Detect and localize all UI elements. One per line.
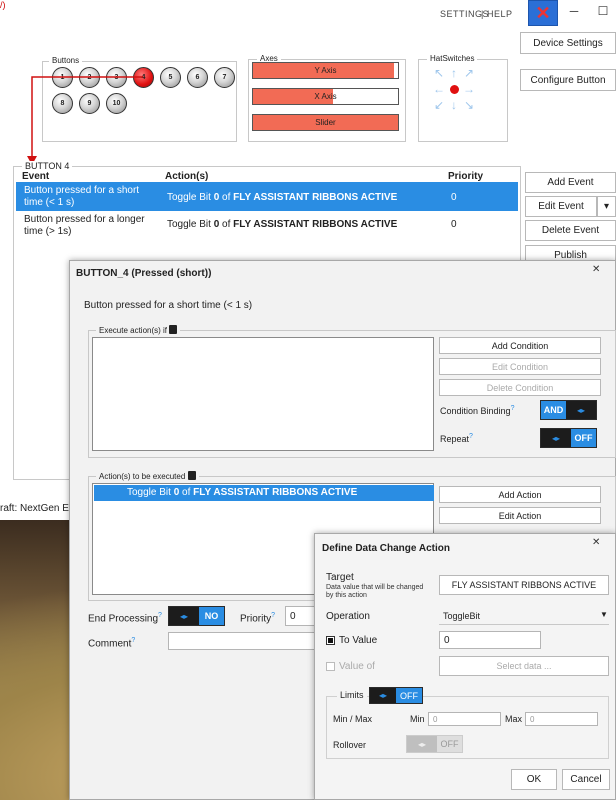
edit-action-button[interactable]: Edit Action	[439, 507, 601, 524]
hat-down-left-icon: ↙	[433, 98, 445, 112]
event-row-short-priority: 0	[451, 192, 457, 203]
add-action-button[interactable]: Add Action	[439, 486, 601, 503]
event-row-short-label: Button pressed for a short time (< 1 s)	[24, 185, 140, 208]
dialog2-title: Define Data Change Action	[322, 543, 450, 554]
add-condition-button[interactable]: Add Condition	[439, 337, 601, 354]
column-header-event[interactable]: Event	[22, 171, 49, 182]
hat-left-icon: ←	[433, 82, 445, 96]
operation-select[interactable]: ToggleBit	[439, 607, 609, 625]
hat-up-right-icon: ↗	[463, 66, 475, 80]
operation-label: Operation	[326, 611, 370, 622]
limits-group	[326, 696, 609, 759]
min-label: Min	[410, 714, 425, 724]
column-header-actions[interactable]: Action(s)	[165, 171, 208, 182]
maximize-icon[interactable]: ☐	[594, 4, 612, 18]
background-status-fragment: raft: NextGen EN	[0, 503, 77, 514]
corner-fragment: /)	[0, 0, 6, 10]
max-label: Max	[505, 714, 523, 724]
dialog2-close-icon[interactable]: ✕	[592, 537, 600, 548]
comment-input[interactable]	[168, 632, 316, 650]
rollover-toggle[interactable]: ◂▸ OFF	[406, 735, 463, 753]
priority-label: Priority?	[240, 612, 276, 625]
slider-bar: Slider	[252, 114, 399, 131]
buttons-group-title: Buttons	[49, 56, 83, 65]
rollover-label: Rollover	[333, 740, 367, 750]
max-input[interactable]: 0	[525, 712, 598, 726]
edit-event-button[interactable]: Edit Event	[525, 196, 597, 217]
add-event-button[interactable]: Add Event	[525, 172, 616, 193]
event-row-long-action: Toggle Bit 0 of FLY ASSISTANT RIBBONS AC…	[167, 219, 398, 230]
limits-toggle[interactable]: ◂▸ OFF	[369, 687, 423, 704]
action-list-item[interactable]: Toggle Bit 0 of FLY ASSISTANT RIBBONS AC…	[94, 485, 434, 501]
target-value-button[interactable]: FLY ASSISTANT RIBBONS ACTIVE	[439, 575, 609, 595]
joystick-button-7[interactable]: 7	[214, 67, 235, 88]
hat-up-icon: ↑	[451, 66, 457, 80]
exec-if-title: Execute action(s) if	[96, 325, 181, 335]
ok-button[interactable]: OK	[511, 769, 557, 790]
y-axis-bar: Y Axis	[252, 62, 399, 79]
hatswitch-group-title: HatSwitches	[427, 54, 478, 63]
hat-down-right-icon: ↘	[463, 98, 475, 112]
event-row-long[interactable]: Button pressed for a longer time (> 1s) T…	[16, 211, 518, 240]
event-row-short[interactable]: Button pressed for a short time (< 1 s) T…	[16, 182, 518, 211]
help-link[interactable]: HELP	[487, 9, 513, 19]
condition-binding-toggle[interactable]: AND ◂▸	[540, 400, 597, 420]
condition-binding-label: Condition Binding?	[440, 405, 515, 416]
book-icon	[169, 325, 178, 334]
actions-group-title: Action(s) to be executed	[96, 471, 199, 481]
event-row-long-priority: 0	[451, 219, 457, 230]
cancel-button[interactable]: Cancel	[562, 769, 610, 790]
hat-down-icon: ↓	[451, 98, 457, 112]
x-axis-bar: X Axis	[252, 88, 399, 105]
hat-up-left-icon: ↖	[433, 66, 445, 80]
joystick-button-6[interactable]: 6	[187, 67, 208, 88]
value-of-label: Value of	[339, 661, 375, 672]
edit-event-dropdown-icon[interactable]: ▾	[597, 196, 616, 217]
select-data-button[interactable]: Select data ...	[439, 656, 609, 676]
device-settings-button[interactable]: Device Settings	[520, 32, 616, 54]
column-header-priority[interactable]: Priority	[448, 171, 483, 182]
conditions-list[interactable]	[92, 337, 434, 451]
dialog1-subtitle: Button pressed for a short time (< 1 s)	[84, 300, 253, 311]
to-value-label: To Value	[339, 635, 378, 646]
value-of-checkbox[interactable]	[326, 662, 335, 671]
events-group-title: BUTTON 4	[22, 161, 73, 171]
event-row-short-action: Toggle Bit 0 of FLY ASSISTANT RIBBONS AC…	[167, 192, 398, 203]
operation-dropdown-icon[interactable]: ▼	[600, 610, 608, 619]
target-hint: Data value that will be changed by this a…	[326, 584, 424, 599]
repeat-label: Repeat?	[440, 433, 473, 444]
edit-condition-button[interactable]: Edit Condition	[439, 358, 601, 375]
app-logo-icon[interactable]: ✕	[528, 0, 558, 26]
hat-center-indicator	[450, 85, 459, 94]
limits-label: Limits	[337, 690, 367, 700]
connector-arrow	[27, 76, 143, 165]
end-processing-label: End Processing?	[88, 612, 162, 625]
to-value-input[interactable]: 0	[439, 631, 541, 649]
configure-button-button[interactable]: Configure Button	[520, 69, 616, 91]
hat-right-icon: →	[463, 82, 475, 96]
to-value-radio[interactable]	[326, 636, 335, 645]
topbar-separator: |	[481, 9, 484, 19]
delete-condition-button[interactable]: Delete Condition	[439, 379, 601, 396]
repeat-toggle[interactable]: ◂▸ OFF	[540, 428, 597, 448]
event-row-long-label: Button pressed for a longer time (> 1s)	[24, 214, 145, 237]
comment-label: Comment?	[88, 637, 136, 650]
delete-event-button[interactable]: Delete Event	[525, 220, 616, 241]
dialog1-title: BUTTON_4 (Pressed (short))	[76, 268, 212, 279]
minimize-icon[interactable]: ─	[565, 4, 583, 18]
end-processing-toggle[interactable]: ◂▸ NO	[168, 606, 225, 626]
target-label: Target	[326, 572, 354, 583]
joystick-button-5[interactable]: 5	[160, 67, 181, 88]
priority-input[interactable]: 0	[285, 606, 317, 626]
dialog1-close-icon[interactable]: ✕	[592, 264, 600, 275]
minmax-label: Min / Max	[333, 714, 373, 724]
min-input[interactable]: 0	[428, 712, 501, 726]
book-icon	[187, 471, 196, 480]
